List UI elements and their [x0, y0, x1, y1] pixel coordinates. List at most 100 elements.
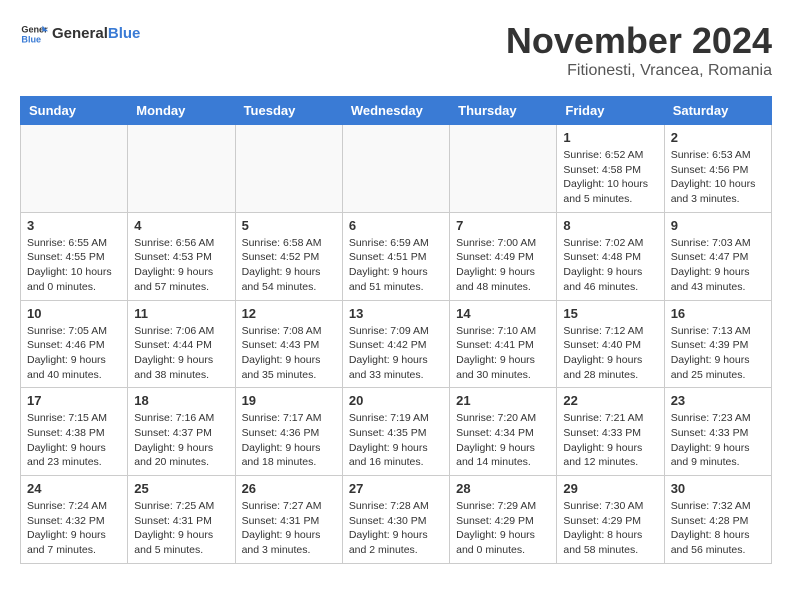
day-number: 14: [456, 306, 550, 321]
day-number: 21: [456, 393, 550, 408]
day-info: Sunrise: 7:12 AM Sunset: 4:40 PM Dayligh…: [563, 324, 657, 383]
day-number: 2: [671, 130, 765, 145]
calendar-day-cell: 6 Sunrise: 6:59 AM Sunset: 4:51 PM Daylig…: [342, 212, 449, 300]
calendar-day-cell: 8 Sunrise: 7:02 AM Sunset: 4:48 PM Daylig…: [557, 212, 664, 300]
day-number: 10: [27, 306, 121, 321]
day-info: Sunrise: 7:10 AM Sunset: 4:41 PM Dayligh…: [456, 324, 550, 383]
day-info: Sunrise: 7:16 AM Sunset: 4:37 PM Dayligh…: [134, 411, 228, 470]
day-info: Sunrise: 7:32 AM Sunset: 4:28 PM Dayligh…: [671, 499, 765, 558]
day-number: 18: [134, 393, 228, 408]
day-info: Sunrise: 6:55 AM Sunset: 4:55 PM Dayligh…: [27, 236, 121, 295]
day-info: Sunrise: 7:25 AM Sunset: 4:31 PM Dayligh…: [134, 499, 228, 558]
day-info: Sunrise: 7:06 AM Sunset: 4:44 PM Dayligh…: [134, 324, 228, 383]
day-number: 8: [563, 218, 657, 233]
day-number: 20: [349, 393, 443, 408]
calendar-day-cell: 15 Sunrise: 7:12 AM Sunset: 4:40 PM Dayli…: [557, 300, 664, 388]
weekday-header: Friday: [557, 97, 664, 125]
calendar-day-cell: [450, 125, 557, 213]
day-info: Sunrise: 6:58 AM Sunset: 4:52 PM Dayligh…: [242, 236, 336, 295]
day-number: 15: [563, 306, 657, 321]
day-info: Sunrise: 7:30 AM Sunset: 4:29 PM Dayligh…: [563, 499, 657, 558]
header: General Blue GeneralBlue November 2024 F…: [20, 20, 772, 80]
calendar-day-cell: 21 Sunrise: 7:20 AM Sunset: 4:34 PM Dayli…: [450, 388, 557, 476]
day-info: Sunrise: 7:00 AM Sunset: 4:49 PM Dayligh…: [456, 236, 550, 295]
calendar: SundayMondayTuesdayWednesdayThursdayFrid…: [20, 96, 772, 564]
calendar-day-cell: 26 Sunrise: 7:27 AM Sunset: 4:31 PM Dayli…: [235, 476, 342, 564]
day-number: 5: [242, 218, 336, 233]
logo-icon: General Blue: [20, 20, 48, 48]
day-number: 16: [671, 306, 765, 321]
calendar-day-cell: 5 Sunrise: 6:58 AM Sunset: 4:52 PM Daylig…: [235, 212, 342, 300]
day-number: 9: [671, 218, 765, 233]
day-number: 23: [671, 393, 765, 408]
day-number: 28: [456, 481, 550, 496]
calendar-day-cell: 9 Sunrise: 7:03 AM Sunset: 4:47 PM Daylig…: [664, 212, 771, 300]
day-info: Sunrise: 7:02 AM Sunset: 4:48 PM Dayligh…: [563, 236, 657, 295]
weekday-header: Tuesday: [235, 97, 342, 125]
day-info: Sunrise: 7:23 AM Sunset: 4:33 PM Dayligh…: [671, 411, 765, 470]
day-number: 13: [349, 306, 443, 321]
day-number: 26: [242, 481, 336, 496]
day-number: 11: [134, 306, 228, 321]
day-info: Sunrise: 6:59 AM Sunset: 4:51 PM Dayligh…: [349, 236, 443, 295]
day-info: Sunrise: 7:05 AM Sunset: 4:46 PM Dayligh…: [27, 324, 121, 383]
weekday-header: Monday: [128, 97, 235, 125]
day-number: 12: [242, 306, 336, 321]
weekday-header: Saturday: [664, 97, 771, 125]
calendar-day-cell: 1Sunrise: 6:52 AM Sunset: 4:58 PM Daylig…: [557, 125, 664, 213]
calendar-day-cell: 25 Sunrise: 7:25 AM Sunset: 4:31 PM Dayli…: [128, 476, 235, 564]
day-info: Sunrise: 7:15 AM Sunset: 4:38 PM Dayligh…: [27, 411, 121, 470]
day-info: Sunrise: 6:53 AM Sunset: 4:56 PM Dayligh…: [671, 148, 765, 207]
day-number: 6: [349, 218, 443, 233]
day-number: 27: [349, 481, 443, 496]
calendar-week-row: 24 Sunrise: 7:24 AM Sunset: 4:32 PM Dayli…: [21, 476, 772, 564]
calendar-day-cell: 7 Sunrise: 7:00 AM Sunset: 4:49 PM Daylig…: [450, 212, 557, 300]
calendar-day-cell: [342, 125, 449, 213]
calendar-day-cell: 3 Sunrise: 6:55 AM Sunset: 4:55 PM Daylig…: [21, 212, 128, 300]
day-info: Sunrise: 7:27 AM Sunset: 4:31 PM Dayligh…: [242, 499, 336, 558]
day-info: Sunrise: 7:03 AM Sunset: 4:47 PM Dayligh…: [671, 236, 765, 295]
calendar-day-cell: 30 Sunrise: 7:32 AM Sunset: 4:28 PM Dayli…: [664, 476, 771, 564]
calendar-day-cell: 20Sunrise: 7:19 AM Sunset: 4:35 PM Dayli…: [342, 388, 449, 476]
day-info: Sunrise: 6:56 AM Sunset: 4:53 PM Dayligh…: [134, 236, 228, 295]
logo-general: General: [52, 25, 108, 42]
day-number: 29: [563, 481, 657, 496]
day-info: Sunrise: 7:08 AM Sunset: 4:43 PM Dayligh…: [242, 324, 336, 383]
day-info: Sunrise: 7:20 AM Sunset: 4:34 PM Dayligh…: [456, 411, 550, 470]
weekday-header: Sunday: [21, 97, 128, 125]
day-info: Sunrise: 7:24 AM Sunset: 4:32 PM Dayligh…: [27, 499, 121, 558]
day-number: 7: [456, 218, 550, 233]
day-number: 25: [134, 481, 228, 496]
calendar-day-cell: 28Sunrise: 7:29 AM Sunset: 4:29 PM Dayli…: [450, 476, 557, 564]
calendar-day-cell: 2 Sunrise: 6:53 AM Sunset: 4:56 PM Daylig…: [664, 125, 771, 213]
calendar-week-row: 10 Sunrise: 7:05 AM Sunset: 4:46 PM Dayli…: [21, 300, 772, 388]
svg-text:Blue: Blue: [21, 34, 41, 44]
day-info: Sunrise: 7:17 AM Sunset: 4:36 PM Dayligh…: [242, 411, 336, 470]
location-title: Fitionesti, Vrancea, Romania: [506, 62, 772, 80]
calendar-day-cell: 22Sunrise: 7:21 AM Sunset: 4:33 PM Dayli…: [557, 388, 664, 476]
day-number: 3: [27, 218, 121, 233]
day-number: 24: [27, 481, 121, 496]
day-info: Sunrise: 7:28 AM Sunset: 4:30 PM Dayligh…: [349, 499, 443, 558]
calendar-day-cell: 16Sunrise: 7:13 AM Sunset: 4:39 PM Dayli…: [664, 300, 771, 388]
calendar-week-row: 17 Sunrise: 7:15 AM Sunset: 4:38 PM Dayli…: [21, 388, 772, 476]
day-number: 17: [27, 393, 121, 408]
calendar-day-cell: [21, 125, 128, 213]
calendar-day-cell: 12 Sunrise: 7:08 AM Sunset: 4:43 PM Dayli…: [235, 300, 342, 388]
day-number: 4: [134, 218, 228, 233]
calendar-day-cell: 4 Sunrise: 6:56 AM Sunset: 4:53 PM Daylig…: [128, 212, 235, 300]
day-number: 19: [242, 393, 336, 408]
calendar-day-cell: 13Sunrise: 7:09 AM Sunset: 4:42 PM Dayli…: [342, 300, 449, 388]
title-area: November 2024 Fitionesti, Vrancea, Roman…: [506, 20, 772, 80]
calendar-day-cell: [235, 125, 342, 213]
weekday-header: Wednesday: [342, 97, 449, 125]
day-number: 30: [671, 481, 765, 496]
calendar-day-cell: [128, 125, 235, 213]
logo-blue: Blue: [108, 25, 141, 42]
day-number: 1: [563, 130, 657, 145]
calendar-day-cell: 18 Sunrise: 7:16 AM Sunset: 4:37 PM Dayli…: [128, 388, 235, 476]
calendar-day-cell: 10 Sunrise: 7:05 AM Sunset: 4:46 PM Dayli…: [21, 300, 128, 388]
calendar-day-cell: 17 Sunrise: 7:15 AM Sunset: 4:38 PM Dayli…: [21, 388, 128, 476]
calendar-day-cell: 29 Sunrise: 7:30 AM Sunset: 4:29 PM Dayli…: [557, 476, 664, 564]
calendar-day-cell: 19 Sunrise: 7:17 AM Sunset: 4:36 PM Dayli…: [235, 388, 342, 476]
